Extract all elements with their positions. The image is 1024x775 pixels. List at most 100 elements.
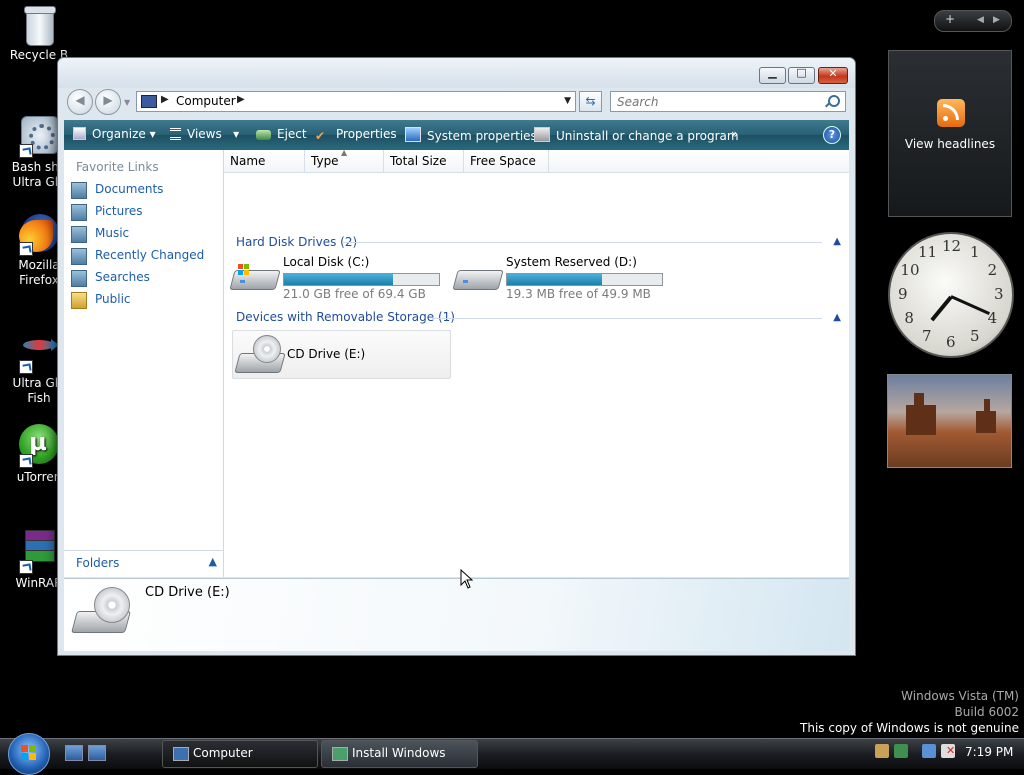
back-button[interactable]: ◀ [67,89,93,115]
close-button[interactable]: ✕ [818,67,848,84]
sidebar-controls[interactable]: + ◀ ▶ [934,10,1012,32]
favorite-link-public[interactable]: Public [71,290,219,310]
previous-page-icon[interactable]: ◀ [977,15,984,25]
chevron-up-icon[interactable]: ▲ [833,236,841,247]
clock-hour-hand [930,295,953,322]
windows-logo-icon [238,264,250,276]
drive-free-space: 19.3 MB free of 49.9 MB [506,287,651,301]
system-properties-button[interactable]: System properties [405,127,537,143]
start-button[interactable] [8,733,50,775]
watermark-line: Build 6002 [954,705,1019,719]
favorite-link-pictures[interactable]: Pictures [71,202,219,222]
add-gadget-icon[interactable]: + [945,12,955,26]
favorite-link-label: Public [95,292,131,306]
search-icon[interactable] [828,95,840,107]
folders-label: Folders [76,556,120,570]
details-item-name: CD Drive (E:) [145,585,230,600]
column-header-name[interactable]: Name [224,150,305,172]
taskbar-clock[interactable]: 7:19 PM [965,745,1013,759]
documents-icon [71,182,87,199]
utorrent-icon: µ [17,424,61,468]
column-header-label: Total Size [390,154,447,168]
mesa-rock [984,399,990,413]
refresh-button[interactable]: ⇆ [579,91,602,112]
drive-system-reserved-d[interactable]: System Reserved (D:) 19.3 MB free of 49.… [451,254,666,306]
column-header-type[interactable]: Type ▲ [305,148,384,172]
drive-name: System Reserved (D:) [506,255,637,269]
column-header-free-space[interactable]: Free Space [464,150,549,172]
maximize-button[interactable]: □ [788,66,815,84]
taskbar-button-label: Computer [193,746,253,760]
favorite-link-label: Music [95,226,130,240]
group-divider [342,242,822,243]
view-headlines-link[interactable]: View headlines [889,137,1011,151]
column-header-label: Type [311,154,339,168]
forward-arrow-icon: ▶ [103,93,113,107]
taskbar-button-computer[interactable]: Computer [162,740,318,768]
folders-toggle[interactable]: Folders ▲ [64,550,223,577]
file-list-pane[interactable]: Name Type ▲ Total Size Free Space Hard Di… [224,148,849,577]
eject-button[interactable]: Eject [256,127,307,141]
volume-muted-icon[interactable]: ✕ [941,744,955,758]
breadcrumb-arrow-icon[interactable]: ▶ [237,94,245,105]
show-desktop-icon[interactable] [65,745,83,761]
breadcrumb-computer[interactable]: Computer [176,94,236,108]
next-page-icon[interactable]: ▶ [993,15,1000,25]
forward-button[interactable]: ▶ [95,89,121,115]
address-dropdown-icon[interactable]: ▼ [564,96,571,106]
tray-security-icon[interactable] [894,744,908,758]
taskbar-button-install-windows[interactable]: Install Windows [321,740,478,768]
search-box[interactable] [610,91,846,112]
favorite-link-searches[interactable]: Searches [71,268,219,288]
network-icon[interactable] [922,744,936,758]
rss-feed-icon [937,99,965,127]
clock-gadget[interactable]: 12 1 2 3 4 5 6 7 8 9 10 11 [888,232,1014,358]
group-header-hard-disk-drives[interactable]: Hard Disk Drives (2) [236,235,357,249]
clock-numeral: 2 [987,261,998,279]
clock-numeral: 10 [900,261,920,279]
fish-icon [17,330,61,374]
navigation-pane: Favorite Links Documents Pictures Music … [64,150,224,577]
drive-usage-bar [283,273,440,286]
favorite-link-documents[interactable]: Documents [71,180,219,200]
clock-numeral: 12 [942,237,962,255]
window-titlebar[interactable]: ▁ □ ✕ [58,58,855,88]
organize-button[interactable]: Organize ▾ [73,127,156,141]
drive-cd-e[interactable]: CD Drive (E:) [232,330,451,379]
views-button[interactable]: Views ▾ [170,127,239,141]
recent-pages-dropdown-icon[interactable]: ▼ [124,98,130,107]
uninstall-label: Uninstall or change a program [556,129,739,143]
column-header-total-size[interactable]: Total Size [384,150,464,172]
desktop-icon-recycle-bin[interactable]: Recycle B [0,4,78,63]
help-icon[interactable]: ? [823,126,841,144]
search-input[interactable] [615,93,819,111]
slideshow-gadget[interactable] [887,374,1012,468]
uninstall-button[interactable]: Uninstall or change a program [534,127,739,143]
firefox-icon [17,212,61,256]
clock-numeral: 8 [904,309,914,327]
switch-windows-icon[interactable] [88,745,106,761]
shortcut-arrow-icon [19,242,33,256]
drive-usage-fill [284,274,393,285]
music-icon [71,226,87,243]
explorer-window[interactable]: ▁ □ ✕ ◀ ▶ ▼ ▶ Computer ▶ ▼ ⇆ Organize ▾ … [57,57,856,656]
minimize-button[interactable]: ▁ [759,66,786,84]
feed-headlines-gadget[interactable]: View headlines [888,50,1012,217]
clock-numeral: 7 [922,326,932,345]
favorite-link-recently-changed[interactable]: Recently Changed [71,246,219,266]
breadcrumb-arrow-icon[interactable]: ▶ [161,94,169,105]
chevron-up-icon[interactable]: ▲ [833,312,841,323]
sort-ascending-icon: ▲ [341,148,348,157]
favorite-link-music[interactable]: Music [71,224,219,244]
address-bar[interactable]: ▶ Computer ▶ ▼ [136,91,576,112]
group-header-removable-storage[interactable]: Devices with Removable Storage (1) [236,310,455,324]
properties-button[interactable]: ✔ Properties [315,127,397,143]
favorite-links-title: Favorite Links [76,160,159,174]
drive-local-disk-c[interactable]: Local Disk (C:) 21.0 GB free of 69.4 GB [228,254,443,306]
views-label: Views [187,127,222,141]
minimize-icon: ▁ [768,66,777,79]
computer-icon [141,95,157,108]
drive-free-space: 21.0 GB free of 69.4 GB [283,287,426,301]
more-commands-button[interactable]: » [731,127,738,141]
tray-app-icon[interactable] [875,744,889,758]
